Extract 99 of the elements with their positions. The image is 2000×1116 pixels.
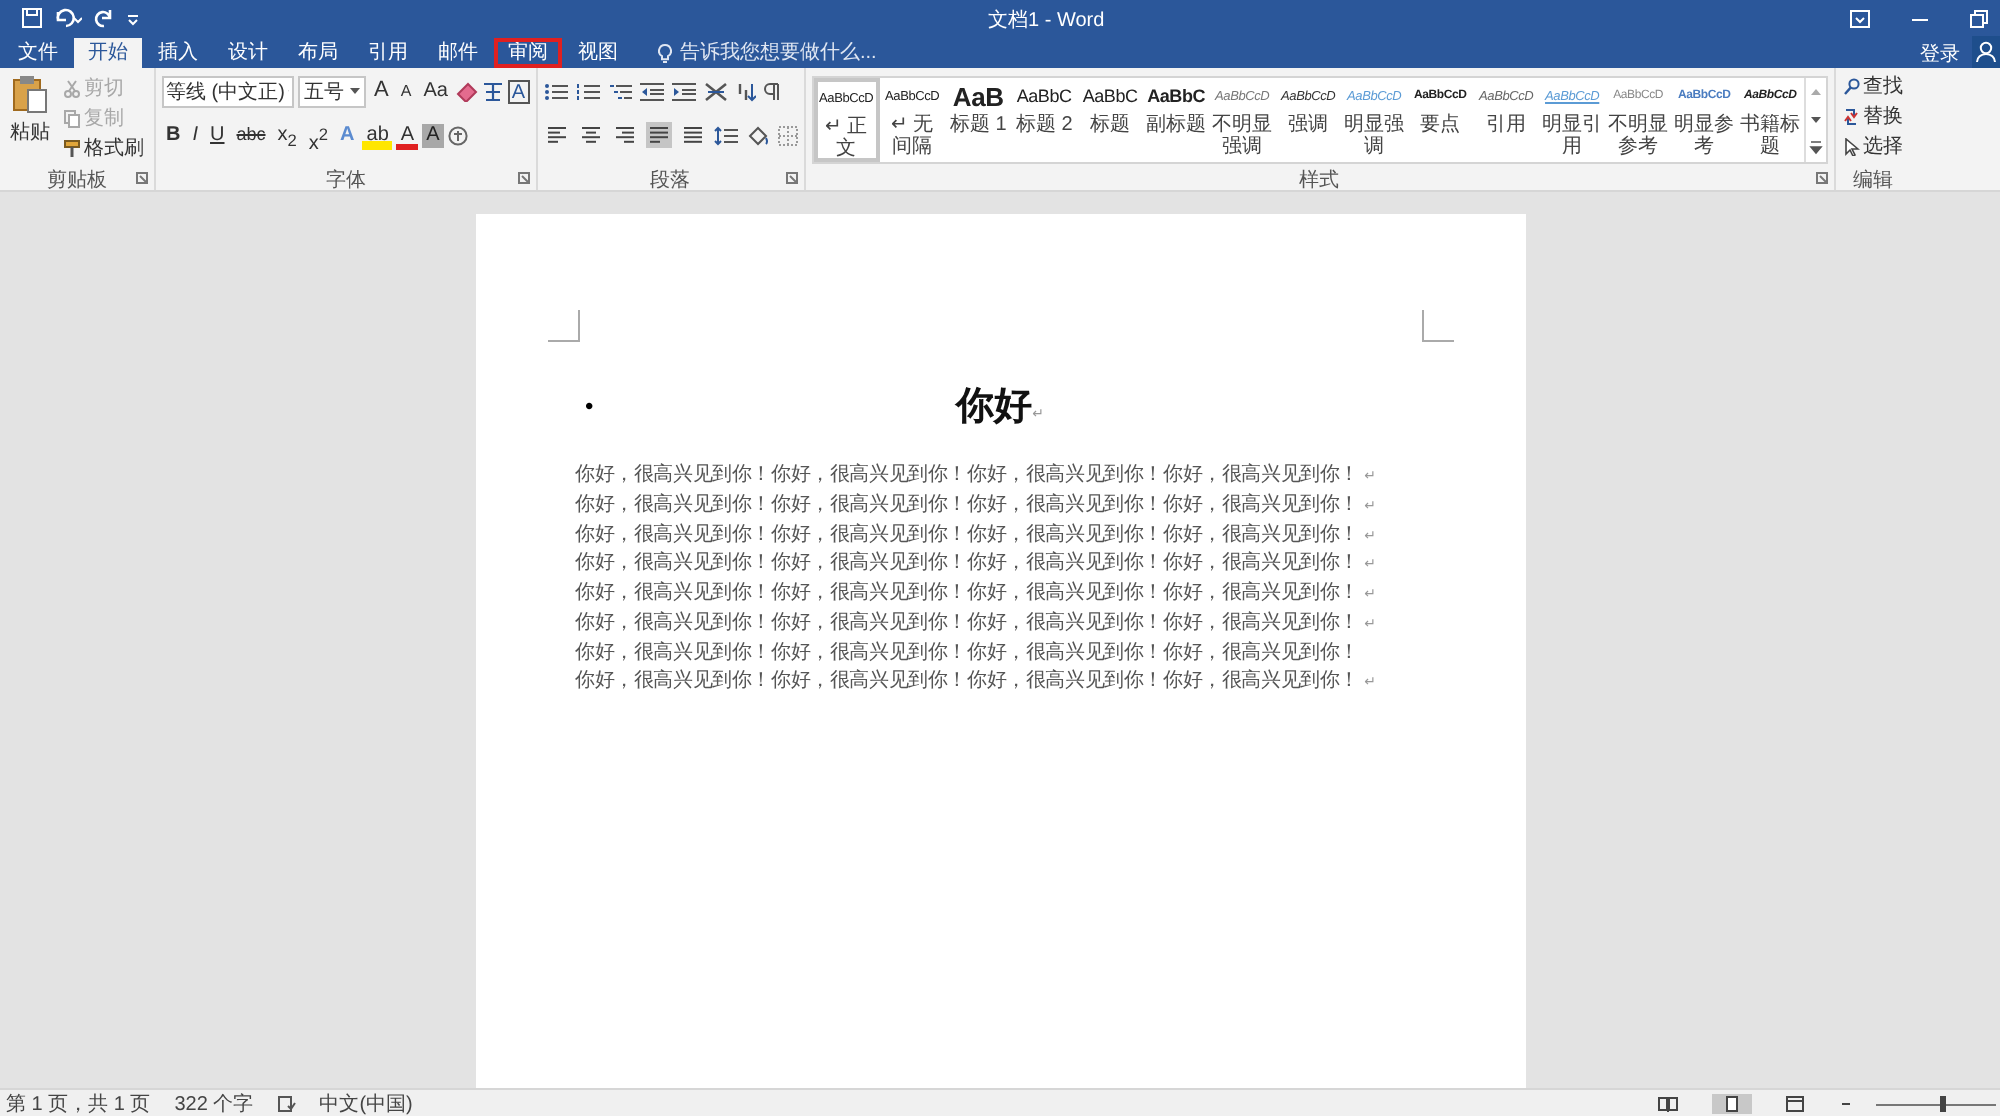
color-button[interactable]: ab — [362, 120, 393, 150]
user-icon[interactable] — [1972, 36, 2000, 68]
ribbon-tab[interactable]: 审阅 — [494, 38, 562, 68]
zoom-slider[interactable] — [1876, 1093, 1996, 1113]
proofing-icon[interactable] — [277, 1095, 296, 1111]
ribbon-tab[interactable]: 视图 — [564, 38, 632, 68]
copy-icon — [64, 109, 80, 127]
group-label: 段落 — [650, 170, 691, 192]
undo-icon[interactable] — [54, 8, 82, 28]
ribbon-tab[interactable]: 开始 — [74, 38, 142, 68]
format-button[interactable]: B — [162, 120, 185, 150]
lightbulb-icon — [658, 43, 672, 63]
ribbon-tab[interactable]: 设计 — [214, 38, 282, 68]
style-item[interactable]: AaBbC 标题 — [1077, 78, 1144, 162]
color-button[interactable]: A — [422, 123, 444, 147]
eraser-icon[interactable] — [455, 81, 478, 101]
grow-font-button[interactable]: A — [370, 76, 393, 106]
distributed-icon[interactable] — [679, 122, 706, 148]
body-text: 你好，很高兴见到你！你好，很高兴见到你！你好，很高兴见到你！你好，很高兴见到你！ — [575, 611, 1360, 634]
ribbon-tab[interactable]: 插入 — [144, 38, 212, 68]
brush-icon — [64, 139, 80, 157]
body-text: 你好，很高兴见到你！你好，很高兴见到你！你好，很高兴见到你！你好，很高兴见到你！ — [575, 582, 1360, 605]
ribbon-tab[interactable]: 文件 — [4, 38, 72, 68]
body-text: 你好，很高兴见到你！你好，很高兴见到你！你好，很高兴见到你！你好，很高兴见到你！ — [575, 523, 1360, 546]
body-text: 你好，很高兴见到你！你好，很高兴见到你！你好，很高兴见到你！你好，很高兴见到你！ — [575, 552, 1360, 575]
format-button[interactable]: x$^{2}$ — [304, 120, 333, 150]
group-label: 样式 — [1299, 170, 1340, 192]
format-button[interactable]: x$_{2}$ — [273, 120, 301, 150]
body-text: 你好，很高兴见到你！你好，很高兴见到你！你好，很高兴见到你！你好，很高兴见到你！ — [575, 464, 1360, 486]
replace-icon — [1843, 107, 1860, 125]
editing-button[interactable]: 替换 — [1839, 102, 1908, 130]
group-label: 剪贴板 — [47, 170, 107, 192]
font-name-field[interactable]: 等线 (中文正) — [162, 75, 294, 107]
customize-caret-icon[interactable] — [126, 10, 140, 26]
dialog-launcher-icon[interactable] — [1815, 172, 1828, 184]
editing-button[interactable]: 选择 — [1839, 132, 1908, 160]
caret-icon — [350, 88, 360, 94]
more-icon[interactable] — [1807, 140, 1824, 156]
search-icon — [1843, 77, 1860, 95]
color-button[interactable]: A — [396, 120, 419, 150]
format-button[interactable]: I — [188, 120, 203, 150]
line-spacing-icon[interactable] — [713, 125, 738, 145]
paint-bucket-icon[interactable] — [745, 125, 770, 145]
ribbon-display-icon[interactable] — [1850, 9, 1870, 27]
style-item[interactable]: AaB 标题 1 — [945, 78, 1012, 162]
editing-button[interactable]: 查找 — [1839, 72, 1908, 100]
heading-text: 你好 — [956, 384, 1033, 432]
page-icon[interactable] — [1712, 1093, 1752, 1113]
scroll-down-icon[interactable] — [1807, 112, 1824, 128]
decrease-indent-icon[interactable] — [639, 81, 664, 101]
borders-icon[interactable] — [777, 125, 798, 145]
scissors-icon — [64, 79, 80, 97]
increase-indent-icon[interactable] — [671, 81, 696, 101]
ribbon-tab[interactable]: 邮件 — [424, 38, 492, 68]
slider-thumb[interactable] — [1940, 1095, 1946, 1111]
body-text: 你好，很高兴见到你！你好，很高兴见到你！你好，很高兴见到你！你好，很高兴见到你！ — [575, 641, 1360, 664]
tell-me-field[interactable]: 告诉我您想要做什么... — [658, 38, 920, 68]
paragraph-format-mark: • — [585, 392, 594, 420]
change-case-button[interactable]: Aa — [419, 76, 452, 106]
paste-button[interactable]: 粘贴 — [6, 74, 54, 166]
save-icon[interactable] — [22, 8, 42, 28]
ribbon-tab[interactable]: 布局 — [284, 38, 352, 68]
dialog-launcher-icon[interactable] — [517, 172, 530, 184]
page-count[interactable]: 第 1 页，共 1 页 — [6, 1089, 151, 1116]
style-item[interactable]: AaBbC 副标题 — [1143, 78, 1210, 162]
sign-in-link[interactable]: 登录 — [1908, 38, 1972, 68]
word-count[interactable]: 322 个字 — [174, 1089, 254, 1116]
paragraph-mark-icon[interactable] — [763, 81, 780, 101]
justify-icon[interactable] — [645, 122, 672, 148]
character-border-button[interactable]: A — [507, 79, 530, 103]
body-text: 你好，很高兴见到你！你好，很高兴见到你！你好，很高兴见到你！你好，很高兴见到你！ — [575, 669, 1360, 692]
language-indicator[interactable]: 中文(中国) — [319, 1089, 413, 1116]
clipboard-button[interactable]: 格式刷 — [60, 134, 148, 162]
clipboard-icon — [12, 74, 48, 114]
enclosed-character-icon[interactable] — [447, 125, 468, 145]
align-center-icon[interactable] — [577, 122, 604, 148]
align-right-icon[interactable] — [611, 122, 638, 148]
group-label: 编辑 — [1853, 170, 1894, 192]
restore-icon[interactable] — [1970, 9, 1988, 27]
dialog-launcher-icon[interactable] — [785, 172, 798, 184]
numbered-list-icon[interactable] — [575, 81, 600, 101]
bullet-list-icon[interactable] — [543, 81, 568, 101]
font-size-field[interactable]: 五号 — [298, 75, 366, 107]
multilevel-list-icon[interactable] — [607, 81, 632, 101]
crop-mark-icon — [547, 310, 579, 342]
body-text: 你好，很高兴见到你！你好，很高兴见到你！你好，很高兴见到你！你好，很高兴见到你！ — [575, 493, 1360, 516]
cursor-icon — [1843, 137, 1860, 155]
format-button[interactable]: U — [206, 120, 229, 150]
ribbon-tab[interactable]: 引用 — [354, 38, 422, 68]
crop-mark-icon — [1421, 310, 1453, 342]
format-button[interactable]: abc — [232, 120, 270, 150]
shrink-font-button[interactable]: A — [396, 76, 416, 106]
sort-icon[interactable] — [735, 81, 756, 101]
redo-icon[interactable] — [94, 8, 114, 28]
align-left-icon[interactable] — [543, 122, 570, 148]
window-title: 文档1 - Word — [988, 7, 1105, 34]
style-item[interactable]: AaBbC 标题 2 — [1011, 78, 1078, 162]
dialog-launcher-icon[interactable] — [136, 172, 148, 184]
group-label: 字体 — [325, 170, 366, 192]
